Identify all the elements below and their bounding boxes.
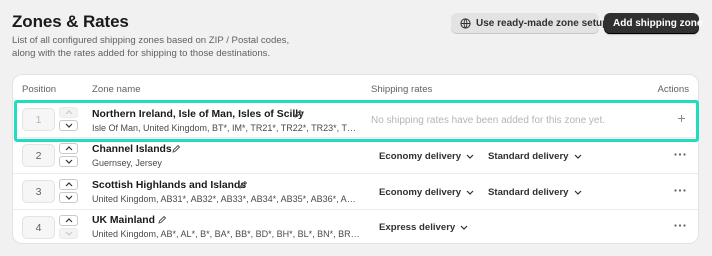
table-row: 4 UK Mainland United Kingdom, AB*, AL*, … xyxy=(13,210,698,246)
rate-dropdown-economy[interactable]: Economy delivery xyxy=(379,187,474,198)
chevron-down-icon xyxy=(65,231,72,236)
chevron-down-icon xyxy=(466,190,474,195)
table-row: 1 Northern Ireland, Isle of Man, Isles o… xyxy=(13,101,698,138)
table-header: Position Zone name Shipping rates Action… xyxy=(13,75,698,101)
add-shipping-zone-label: Add shipping zone xyxy=(613,18,703,29)
position-input[interactable]: 4 xyxy=(22,216,55,239)
chevron-down-icon xyxy=(574,190,581,195)
page-description: List of all configured shipping zones ba… xyxy=(12,35,290,59)
rate-label: Economy delivery xyxy=(379,151,462,162)
use-ready-made-zone-setup-label: Use ready-made zone setup xyxy=(476,18,609,29)
move-up-button[interactable] xyxy=(59,215,78,226)
chevron-down-icon xyxy=(574,154,581,159)
zone-areas: Guernsey, Jersey xyxy=(92,158,162,168)
rate-label: Standard delivery xyxy=(488,151,569,162)
more-horizontal-icon[interactable] xyxy=(674,189,686,192)
chevron-down-icon xyxy=(466,154,474,159)
zones-table-card: Position Zone name Shipping rates Action… xyxy=(12,74,699,244)
position-input[interactable]: 2 xyxy=(22,144,55,167)
more-horizontal-icon[interactable] xyxy=(674,153,686,156)
zone-areas: Isle Of Man, United Kingdom, BT*, IM*, T… xyxy=(92,123,360,133)
move-up-button[interactable] xyxy=(59,107,78,118)
rate-dropdown-express[interactable]: Express delivery xyxy=(379,222,468,233)
zone-name: Northern Ireland, Isle of Man, Isles of … xyxy=(92,109,304,120)
pencil-icon[interactable] xyxy=(238,180,248,190)
rate-label: Economy delivery xyxy=(379,187,462,198)
globe-icon xyxy=(460,18,471,29)
use-ready-made-zone-setup-button[interactable]: Use ready-made zone setup xyxy=(451,13,608,34)
zone-name: UK Mainland xyxy=(92,215,155,226)
rate-label: Express delivery xyxy=(379,222,456,233)
chevron-up-icon xyxy=(65,146,72,151)
zone-name: Scottish Highlands and Islands xyxy=(92,180,247,191)
column-header-shipping-rates: Shipping rates xyxy=(371,84,433,95)
rate-dropdown-standard[interactable]: Standard delivery xyxy=(488,151,582,162)
move-down-button[interactable] xyxy=(59,156,78,167)
rate-label: Standard delivery xyxy=(488,187,569,198)
more-horizontal-icon[interactable] xyxy=(674,224,686,227)
column-header-zone-name: Zone name xyxy=(92,84,141,95)
rate-dropdown-standard[interactable]: Standard delivery xyxy=(488,187,582,198)
pencil-icon[interactable] xyxy=(171,144,181,154)
chevron-down-icon xyxy=(65,159,72,164)
empty-rates-message: No shipping rates have been added for th… xyxy=(371,115,606,126)
position-input[interactable]: 1 xyxy=(22,108,55,131)
zone-areas: United Kingdom, AB*, AL*, B*, BA*, BB*, … xyxy=(92,229,360,239)
move-up-button[interactable] xyxy=(59,143,78,154)
zone-areas: United Kingdom, AB31*, AB32*, AB33*, AB3… xyxy=(92,194,360,204)
plus-icon[interactable] xyxy=(677,114,686,123)
table-row: 2 Channel Islands Guernsey, Jersey Econo… xyxy=(13,138,698,174)
column-header-actions: Actions xyxy=(657,84,689,95)
column-header-position: Position xyxy=(22,84,57,95)
zone-name: Channel Islands xyxy=(92,144,172,155)
add-shipping-zone-button[interactable]: Add shipping zone xyxy=(604,13,703,34)
chevron-up-icon xyxy=(65,182,72,187)
table-row: 3 Scottish Highlands and Islands United … xyxy=(13,174,698,210)
chevron-up-icon xyxy=(65,110,72,115)
chevron-down-icon xyxy=(65,123,72,128)
chevron-up-icon xyxy=(65,218,72,223)
page-title: Zones & Rates xyxy=(12,12,129,31)
move-up-button[interactable] xyxy=(59,179,78,190)
chevron-down-icon xyxy=(65,195,72,200)
move-down-button[interactable] xyxy=(59,192,78,203)
pencil-icon[interactable] xyxy=(293,109,303,119)
pencil-icon[interactable] xyxy=(157,215,167,225)
chevron-down-icon xyxy=(460,225,468,230)
move-down-button[interactable] xyxy=(59,228,78,239)
position-input[interactable]: 3 xyxy=(22,180,55,203)
move-down-button[interactable] xyxy=(59,120,78,131)
rate-dropdown-economy[interactable]: Economy delivery xyxy=(379,151,474,162)
